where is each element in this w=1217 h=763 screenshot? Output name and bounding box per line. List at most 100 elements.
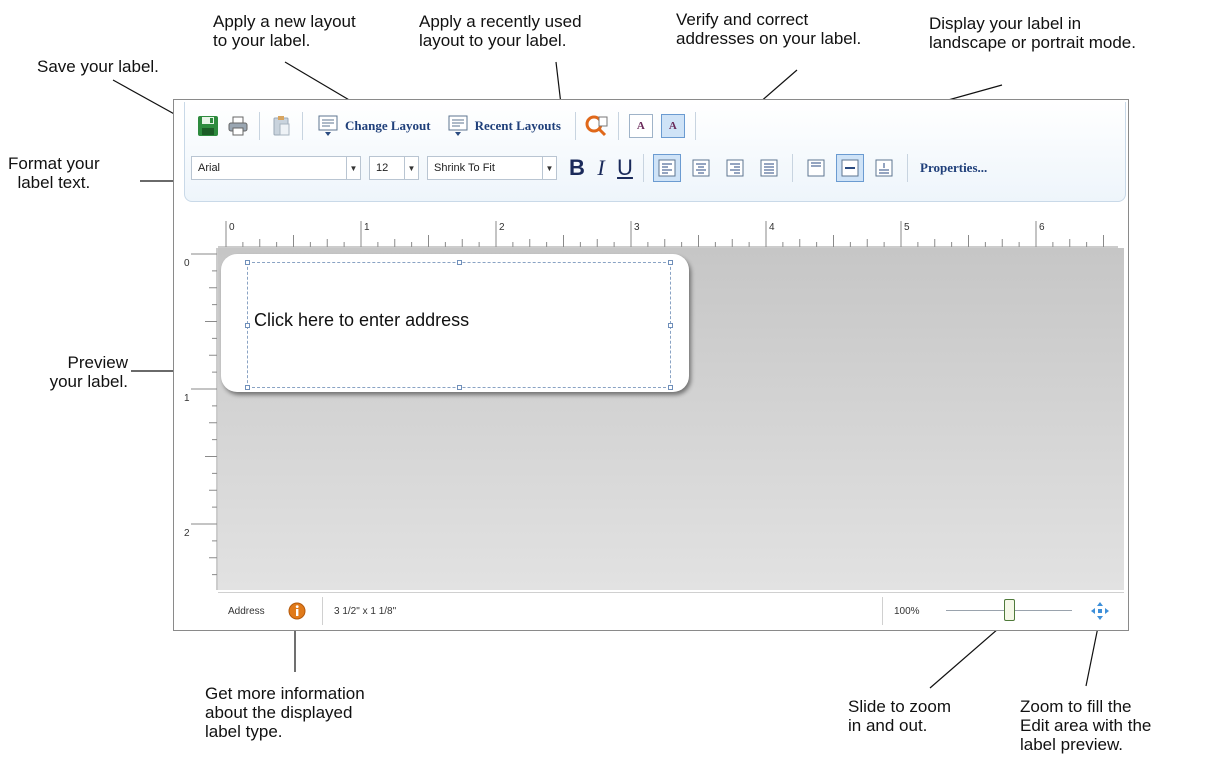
font-name-select[interactable]: Arial ▼	[191, 156, 361, 180]
status-separator	[882, 597, 883, 625]
layout-icon	[448, 115, 468, 136]
callout-info: Get more information about the displayed…	[205, 684, 365, 741]
label-type-text: Address	[228, 605, 265, 617]
align-left-icon	[658, 159, 676, 177]
ribbon-toolbar: Change Layout Recent Layouts A A Arial ▼…	[184, 102, 1126, 202]
paste-button[interactable]	[266, 111, 296, 141]
layout-icon	[318, 115, 338, 136]
align-center-button[interactable]	[687, 154, 715, 182]
font-name-value: Arial	[198, 162, 221, 174]
zoom-slider[interactable]	[946, 593, 1072, 629]
toolbar-separator	[574, 112, 576, 140]
justify-button[interactable]	[755, 154, 783, 182]
chevron-down-icon: ▼	[404, 157, 418, 179]
ruler-label: 5	[904, 222, 910, 233]
bold-button[interactable]: B	[565, 155, 589, 181]
resize-handle[interactable]	[457, 260, 462, 265]
italic-button[interactable]: I	[589, 155, 613, 181]
print-button[interactable]	[223, 111, 253, 141]
align-right-button[interactable]	[721, 154, 749, 182]
ruler-label: 1	[364, 222, 370, 233]
align-bottom-icon	[875, 159, 893, 177]
zoom-slider-thumb[interactable]	[1003, 599, 1015, 621]
toolbar-separator	[302, 112, 303, 140]
align-left-button[interactable]	[653, 154, 681, 182]
change-layout-button[interactable]: Change Layout	[309, 111, 439, 141]
status-bar: Address 3 1/2" x 1 1/8" 100%	[218, 592, 1124, 629]
resize-handle[interactable]	[245, 260, 250, 265]
align-top-button[interactable]	[802, 154, 830, 182]
callout-change-layout: Apply a new layout to your label.	[213, 12, 356, 50]
status-separator	[322, 597, 323, 625]
align-right-icon	[726, 159, 744, 177]
callout-orientation: Display your label in landscape or portr…	[929, 14, 1136, 52]
horizontal-ruler: 0 1 2 3 4 5 6	[218, 210, 1118, 248]
toolbar-separator	[792, 154, 793, 182]
fit-mode-select[interactable]: Shrink To Fit ▼	[427, 156, 557, 180]
align-center-icon	[692, 159, 710, 177]
address-text-field[interactable]: Click here to enter address	[254, 310, 469, 331]
callout-save: Save your label.	[37, 57, 159, 76]
callout-preview: Preview your label.	[49, 353, 128, 391]
toolbar-row-format: Arial ▼ 12 ▼ Shrink To Fit ▼ B I U Prope…	[191, 152, 1115, 184]
label-size-text: 3 1/2" x 1 1/8"	[334, 605, 397, 617]
toolbar-separator	[907, 154, 908, 182]
resize-handle[interactable]	[245, 323, 250, 328]
justify-icon	[760, 159, 778, 177]
verify-address-button[interactable]	[582, 111, 612, 141]
underline-button[interactable]: U	[613, 155, 637, 181]
recent-layouts-label: Recent Layouts	[474, 118, 561, 133]
fit-mode-value: Shrink To Fit	[434, 162, 495, 174]
resize-handle[interactable]	[668, 260, 673, 265]
align-middle-icon	[841, 159, 859, 177]
resize-handle[interactable]	[245, 385, 250, 390]
ruler-label: 0	[229, 222, 235, 233]
magnifier-icon	[585, 115, 608, 137]
toolbar-separator	[643, 154, 644, 182]
printer-icon	[228, 116, 248, 136]
label-preview[interactable]: Click here to enter address	[221, 254, 689, 392]
save-button[interactable]	[193, 111, 223, 141]
align-middle-button[interactable]	[836, 154, 864, 182]
landscape-orientation-button[interactable]: A	[628, 114, 653, 138]
change-layout-label: Change Layout	[345, 118, 431, 133]
toolbar-separator	[617, 112, 619, 140]
chevron-down-icon: ▼	[542, 157, 556, 179]
portrait-orientation-button[interactable]: A	[660, 114, 685, 138]
font-size-select[interactable]: 12 ▼	[369, 156, 419, 180]
resize-handle[interactable]	[457, 385, 462, 390]
align-top-icon	[807, 159, 825, 177]
info-icon	[288, 602, 306, 620]
toolbar-separator	[694, 112, 696, 140]
edit-area: Click here to enter address	[218, 248, 1124, 590]
resize-handle[interactable]	[668, 385, 673, 390]
ruler-label: 6	[1039, 222, 1045, 233]
label-info-button[interactable]	[288, 593, 306, 629]
toolbar-row-main: Change Layout Recent Layouts A A	[193, 108, 1115, 144]
chevron-down-icon: ▼	[346, 157, 360, 179]
align-bottom-button[interactable]	[870, 154, 898, 182]
clipboard-icon	[273, 116, 290, 136]
vertical-ruler: 0 1 2	[178, 248, 218, 590]
font-size-value: 12	[376, 162, 389, 174]
callout-format-text: Format your label text.	[8, 154, 100, 192]
ruler-label: 3	[634, 222, 640, 233]
ruler-label: 2	[499, 222, 505, 233]
toolbar-separator	[259, 112, 260, 140]
callout-zoom-slider: Slide to zoom in and out.	[848, 697, 951, 735]
zoom-fill-icon	[1091, 602, 1109, 620]
callout-verify-addresses: Verify and correct addresses on your lab…	[676, 10, 862, 48]
callout-zoom-fill: Zoom to fill the Edit area with the labe…	[1020, 697, 1152, 754]
ruler-label: 4	[769, 222, 775, 233]
resize-handle[interactable]	[668, 323, 673, 328]
recent-layouts-button[interactable]: Recent Layouts	[439, 111, 569, 141]
ruler-label: 2	[184, 528, 190, 539]
floppy-disk-icon	[198, 116, 218, 136]
zoom-level-text: 100%	[894, 605, 920, 617]
callout-recent-layouts: Apply a recently used layout to your lab…	[419, 12, 582, 50]
zoom-to-fill-button[interactable]	[1090, 593, 1110, 629]
properties-button[interactable]: Properties...	[914, 160, 987, 176]
ruler-label: 0	[184, 258, 190, 269]
ruler-label: 1	[184, 393, 190, 404]
label-editor-window: Change Layout Recent Layouts A A Arial ▼…	[173, 99, 1129, 631]
